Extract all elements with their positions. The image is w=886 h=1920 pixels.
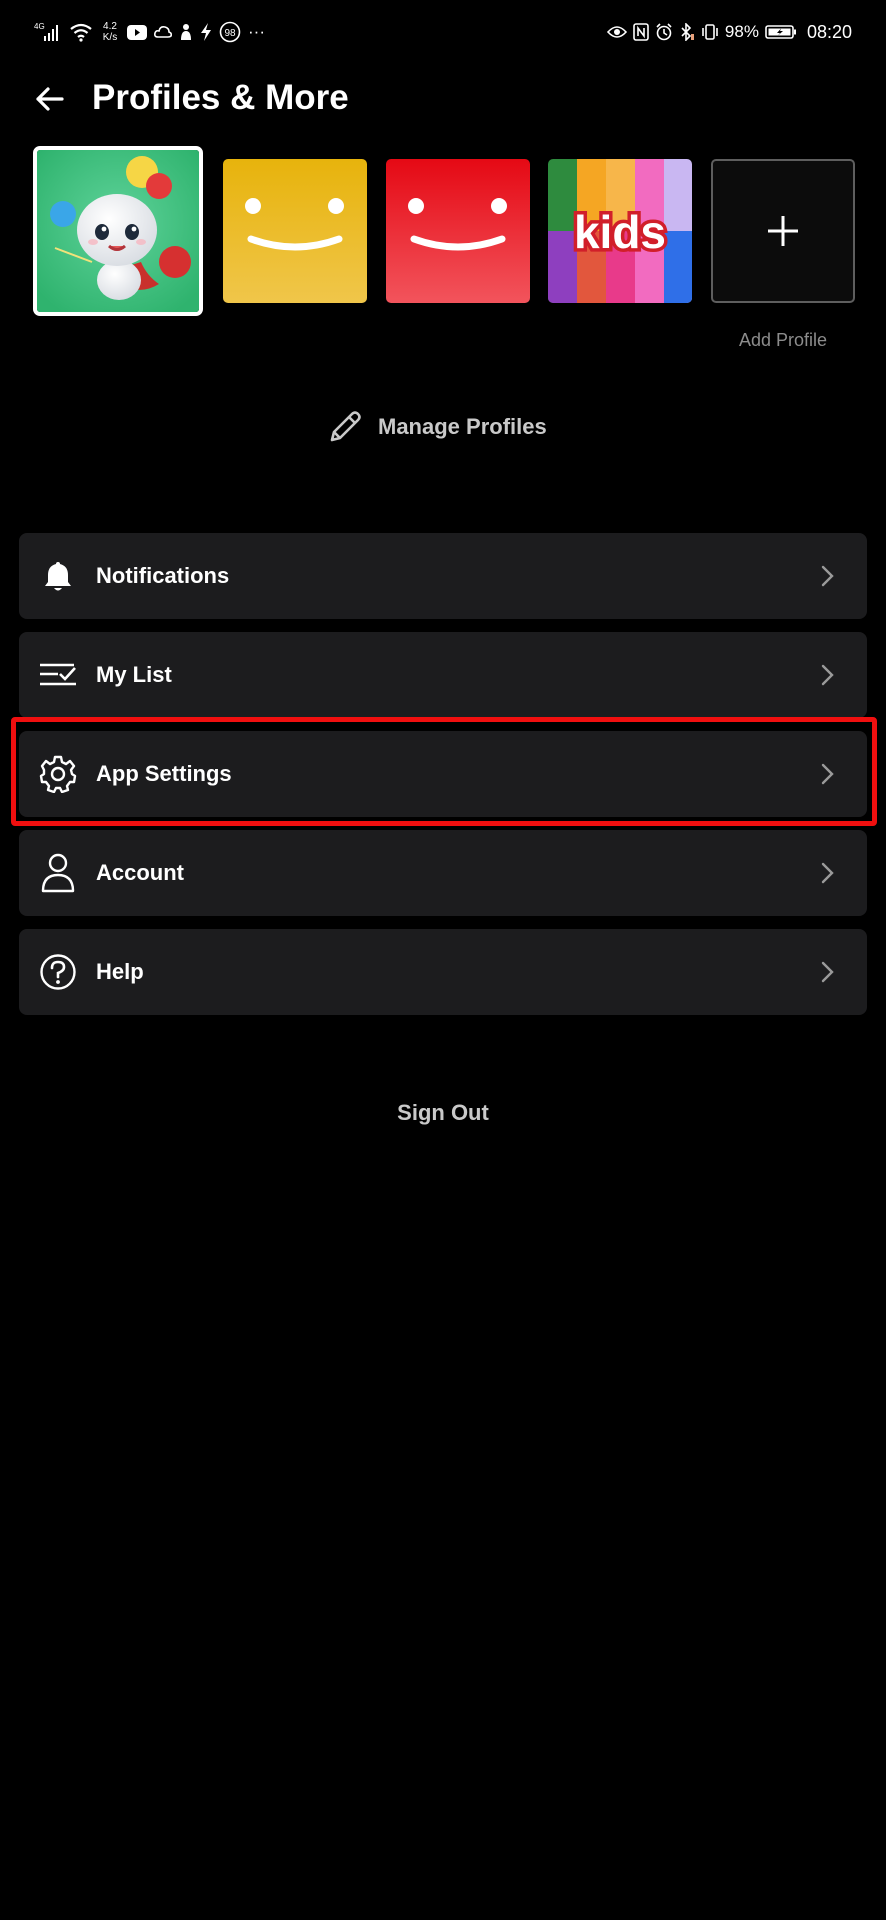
alarm-icon — [655, 23, 673, 41]
menu-item-help[interactable]: Help — [19, 929, 867, 1015]
gear-icon — [37, 753, 79, 795]
network-type: 4G — [34, 22, 45, 31]
person-icon — [37, 852, 79, 894]
back-button[interactable] — [26, 76, 72, 122]
profile-avatar-kids[interactable]: kids — [548, 159, 692, 303]
menu-label: Help — [96, 959, 144, 984]
profile-avatar-red[interactable] — [386, 159, 530, 303]
status-left: 4G 4.2 K/s 98 ··· — [34, 18, 265, 46]
plus-icon — [768, 216, 798, 246]
chevron-right-icon — [821, 664, 834, 686]
menu-item-my-list[interactable]: My List — [19, 632, 867, 718]
profile-avatar-mascot[interactable] — [33, 146, 203, 316]
menu-label: App Settings — [96, 761, 232, 786]
youtube-icon — [127, 24, 147, 40]
menu-item-account[interactable]: Account — [19, 830, 867, 916]
page-title: Profiles & More — [92, 78, 349, 117]
wifi-icon — [69, 22, 93, 42]
vibrate-icon — [701, 23, 719, 41]
list-check-icon — [37, 654, 79, 696]
menu-label: Account — [96, 860, 184, 885]
cloud-icon — [154, 25, 172, 39]
chevron-right-icon — [821, 565, 834, 587]
sign-out-button[interactable]: Sign Out — [0, 1100, 886, 1126]
eye-icon — [606, 25, 627, 39]
menu-item-app-settings[interactable]: App Settings — [19, 731, 867, 817]
mascot-avatar-image — [37, 150, 199, 312]
status-bar: 4G 4.2 K/s 98 ··· 98% 08:20 — [0, 0, 886, 62]
kids-logo-icon: kids — [548, 159, 692, 303]
flash-icon — [200, 23, 212, 41]
kids-logo-text: kids — [574, 206, 666, 258]
help-circle-icon — [37, 951, 79, 993]
chevron-right-icon — [821, 961, 834, 983]
menu-label: Notifications — [96, 563, 230, 588]
profile-avatar-yellow[interactable] — [223, 159, 367, 303]
bluetooth-icon — [679, 23, 695, 41]
speed-unit: K/s — [102, 32, 118, 43]
app-icon — [179, 23, 193, 41]
bell-icon — [37, 555, 79, 597]
chevron-right-icon — [821, 862, 834, 884]
chevron-right-icon — [821, 763, 834, 785]
nfc-icon — [633, 23, 649, 41]
clock: 08:20 — [806, 21, 852, 42]
notification-count: 98 — [224, 28, 236, 39]
battery-icon — [765, 24, 797, 40]
smiley-face-icon — [245, 198, 344, 251]
add-profile-label: Add Profile — [738, 330, 828, 350]
smiley-face-icon — [408, 198, 507, 251]
menu-label: My List — [96, 662, 172, 687]
status-right: 98% 08:20 — [606, 18, 852, 46]
notification-count-icon: 98 — [219, 21, 241, 43]
pencil-icon — [330, 411, 361, 442]
menu-item-notifications[interactable]: Notifications — [19, 533, 867, 619]
add-profile-button[interactable] — [711, 159, 855, 303]
header: Profiles & More — [0, 64, 886, 134]
back-arrow-icon — [36, 87, 64, 111]
battery-percent: 98% — [724, 22, 759, 41]
manage-profiles-button[interactable]: Manage Profiles — [326, 405, 547, 449]
speed-value: 4.2 — [103, 21, 117, 32]
network-speed: 4.2 K/s — [100, 21, 120, 43]
manage-profiles-label: Manage Profiles — [378, 414, 547, 439]
more-notifications: ··· — [248, 22, 265, 41]
signal-icon: 4G — [34, 21, 62, 43]
